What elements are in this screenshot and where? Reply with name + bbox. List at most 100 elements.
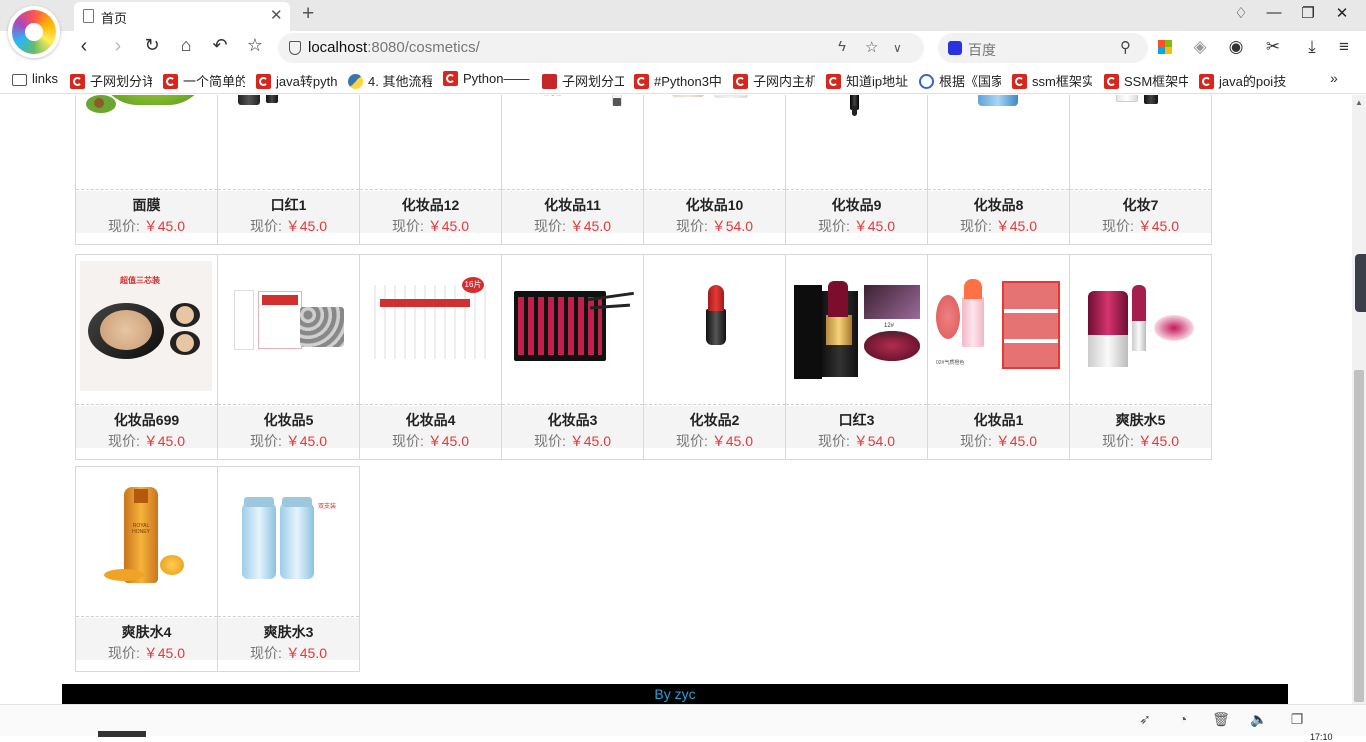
product-image[interactable]: 12# 布拉(栀子白) (786, 255, 927, 405)
product-card[interactable]: 化妆品5 现价: ￥45.0 (217, 254, 360, 460)
product-image[interactable] (644, 255, 785, 405)
bookmark-item[interactable]: 知道ip地址 (826, 71, 908, 89)
scroll-up-icon[interactable]: ▲ (1355, 98, 1363, 107)
bookmark-star-icon[interactable]: ☆ (243, 35, 267, 56)
product-image[interactable]: 超值三芯装 (76, 255, 217, 405)
product-card[interactable]: 化妆7 现价: ￥45.0 (1069, 95, 1212, 245)
product-image[interactable] (76, 95, 217, 190)
bookmark-item[interactable]: links (12, 71, 62, 89)
product-image[interactable]: 16片 (360, 255, 501, 405)
bookmark-item[interactable]: Python—— (443, 71, 531, 89)
new-tab-button[interactable]: + (302, 2, 314, 26)
bookmark-item[interactable]: 4. 其他流程 (348, 71, 432, 89)
product-name[interactable]: 化妆品9 (786, 195, 927, 215)
bookmark-item[interactable]: 一个简单的 (163, 71, 245, 89)
back-button[interactable]: ‹ (72, 35, 96, 58)
game-icon[interactable]: ◉ (1225, 37, 1247, 57)
product-card[interactable]: 02#气质橙色 化妆品1 现价: ￥45.0 (927, 254, 1070, 460)
product-name[interactable]: 化妆品12 (360, 195, 501, 215)
product-image[interactable] (218, 255, 359, 405)
product-name[interactable]: 面膜 (76, 195, 217, 215)
product-card[interactable]: 202 卡斯顿姨 优选内嵌口红1现价: ￥45.0 (217, 95, 360, 245)
download-icon[interactable]: ⤓ (1301, 37, 1323, 57)
lightning-icon[interactable]: ϟ (838, 38, 846, 55)
product-card[interactable]: 化妆品8 现价: ￥45.0 (927, 95, 1070, 245)
product-name[interactable]: 化妆品3 (502, 410, 643, 430)
chevron-down-icon[interactable]: ∨ (893, 41, 902, 55)
product-card[interactable]: 化妆品9 现价: ￥45.0 (785, 95, 928, 245)
side-panel-handle[interactable] (1355, 254, 1366, 312)
product-card[interactable]: 化妆品12 现价: ￥45.0 (359, 95, 502, 245)
tab-home[interactable]: 首页 ✕ (74, 2, 290, 31)
product-name[interactable]: 爽肤水5 (1070, 410, 1211, 430)
product-image[interactable] (928, 95, 1069, 190)
product-card[interactable]: 爽肤水5 现价: ￥45.0 (1069, 254, 1212, 460)
product-name[interactable]: 口红1 (218, 195, 359, 215)
volume-icon[interactable]: 🔈 (1250, 711, 1268, 728)
windows-apps-icon[interactable] (1158, 40, 1172, 54)
product-name[interactable]: 化妆品4 (360, 410, 501, 430)
favorite-star-icon[interactable]: ☆ (865, 38, 878, 56)
product-name[interactable]: 口红3 (786, 410, 927, 430)
product-image[interactable]: ROYAL HONEY (76, 467, 217, 617)
shirt-icon[interactable]: ♢ (1229, 4, 1253, 22)
product-card[interactable]: 面膜 现价: ￥45.0 (75, 95, 218, 245)
restore-button[interactable]: ❐ (1296, 4, 1320, 22)
bookmark-item[interactable]: 子网划分工 (542, 71, 624, 89)
bookmarks-more-button[interactable]: » (1330, 70, 1338, 86)
browser-logo-icon[interactable] (8, 6, 60, 58)
undo-icon[interactable]: ↶ (208, 35, 232, 56)
address-text[interactable]: localhost:8080/cosmetics/ (308, 39, 480, 56)
product-image[interactable]: PERFECT DIARY完美日记#03 甜心粉 (502, 95, 643, 190)
product-name[interactable]: 化妆品699 (76, 410, 217, 430)
trash-icon[interactable]: 🗑 (1212, 711, 1230, 728)
product-name[interactable]: 化妆品2 (644, 410, 785, 430)
product-name[interactable]: 化妆品11 (502, 195, 643, 215)
product-image[interactable] (1070, 95, 1211, 190)
bookmark-item[interactable]: 子网划分详 (70, 71, 152, 89)
product-name[interactable]: 化妆品5 (218, 410, 359, 430)
product-name[interactable]: 爽肤水4 (76, 622, 217, 642)
product-card[interactable]: 双支装 爽肤水3 现价: ￥45.0 (217, 466, 360, 672)
product-image[interactable]: 02#气质橙色 (928, 255, 1069, 405)
product-card[interactable]: 超值三芯装 化妆品699 现价: ￥45.0 (75, 254, 218, 460)
product-card[interactable]: PERFECT DIARY完美日记#03 甜心粉化妆品11现价: ￥45.0 (501, 95, 644, 245)
product-image[interactable] (502, 255, 643, 405)
minimize-button[interactable]: — (1262, 4, 1286, 21)
menu-icon[interactable]: ≡ (1333, 37, 1355, 57)
bookmark-item[interactable]: java的poi技 (1199, 71, 1287, 89)
product-card[interactable]: 化妆品10 现价: ￥54.0 (643, 95, 786, 245)
product-image[interactable] (360, 95, 501, 190)
bookmark-item[interactable]: 根据《国家 (919, 71, 1001, 89)
close-icon[interactable]: ✕ (270, 6, 283, 24)
product-image[interactable] (644, 95, 785, 190)
product-card[interactable]: ROYAL HONEY 爽肤水4 现价: ￥45.0 (75, 466, 218, 672)
forward-button[interactable]: › (106, 35, 130, 58)
bookmark-item[interactable]: java转pyth (256, 71, 338, 89)
product-card[interactable]: 化妆品3 现价: ￥45.0 (501, 254, 644, 460)
product-image[interactable] (1070, 255, 1211, 405)
bookmark-item[interactable]: SSM框架中 (1104, 71, 1188, 89)
extension-icon[interactable]: ◈ (1189, 37, 1211, 57)
rocket-icon[interactable]: ➶ (1136, 711, 1154, 728)
scissors-icon[interactable]: ✂ (1262, 37, 1284, 57)
bookmark-item[interactable]: ssm框架实 (1012, 71, 1092, 89)
address-bar[interactable]: localhost:8080/cosmetics/ ϟ ☆ ∨ (278, 33, 924, 63)
reload-button[interactable]: ↻ (140, 35, 164, 56)
search-bar[interactable]: 百度 ⚲ (938, 33, 1148, 63)
product-card[interactable]: 化妆品2 现价: ￥45.0 (643, 254, 786, 460)
scrollbar-thumb[interactable] (1354, 370, 1364, 702)
product-name[interactable]: 化妆品10 (644, 195, 785, 215)
product-name[interactable]: 化妆7 (1070, 195, 1211, 215)
product-name[interactable]: 化妆品8 (928, 195, 1069, 215)
search-input[interactable]: 百度 (968, 40, 996, 60)
window-icon[interactable]: ❐ (1288, 711, 1306, 728)
close-window-button[interactable]: ✕ (1330, 4, 1354, 22)
scrollbar[interactable]: ▲ (1352, 95, 1366, 704)
product-name[interactable]: 化妆品1 (928, 410, 1069, 430)
home-button[interactable]: ⌂ (174, 35, 198, 56)
product-image[interactable] (786, 95, 927, 190)
product-image[interactable]: 202 卡斯顿姨 优选内嵌 (218, 95, 359, 190)
speed-icon[interactable]: ◔ (1174, 711, 1192, 727)
bookmark-item[interactable]: 子网内主机 (733, 71, 815, 89)
